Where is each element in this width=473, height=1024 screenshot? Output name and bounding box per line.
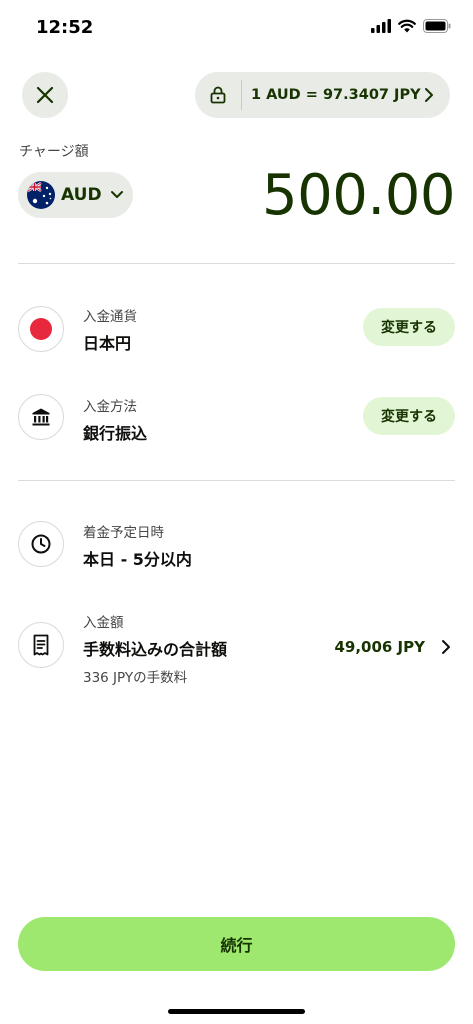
japan-flag-icon (18, 306, 64, 352)
arrival-time-value: 本日 - 5分以内 (83, 550, 192, 569)
exchange-rate-text: 1 AUD = 97.3407 JPY (251, 87, 421, 103)
divider (18, 480, 455, 481)
deposit-method-label: 入金方法 (83, 399, 137, 415)
exchange-rate-button[interactable]: 1 AUD = 97.3407 JPY (195, 72, 450, 118)
change-currency-button[interactable]: 変更する (363, 308, 455, 346)
deposit-method-value: 銀行振込 (83, 424, 148, 443)
receipt-icon (18, 622, 64, 668)
lock-icon (210, 86, 226, 104)
clock-icon (18, 521, 64, 567)
total-amount-label: 入金額 (83, 615, 124, 631)
close-button[interactable] (22, 72, 68, 118)
deposit-currency-label: 入金通貨 (83, 309, 137, 325)
charge-amount-label: チャージ額 (19, 144, 89, 160)
fee-text: 336 JPYの手数料 (83, 670, 188, 686)
deposit-currency-value: 日本円 (83, 334, 132, 353)
close-icon (36, 86, 54, 104)
total-amount: 49,006 JPY (334, 638, 425, 656)
status-time: 12:52 (36, 17, 94, 38)
chevron-right-icon (425, 88, 433, 102)
currency-code: AUD (61, 185, 102, 205)
total-amount-value: 手数料込みの合計額 (83, 640, 228, 659)
change-method-button[interactable]: 変更する (363, 397, 455, 435)
deposit-method-row: 入金方法 銀行振込 変更する (18, 394, 455, 444)
chevron-right-icon (442, 640, 450, 654)
amount-input[interactable]: 500.00 (262, 163, 455, 228)
chevron-down-icon (110, 191, 123, 198)
battery-icon (423, 19, 451, 33)
total-amount-row[interactable]: 入金額 手数料込みの合計額 336 JPYの手数料 49,006 JPY (18, 610, 455, 686)
currency-selector[interactable]: AUD (18, 172, 133, 218)
rate-divider (241, 80, 242, 110)
deposit-currency-row: 入金通貨 日本円 変更する (18, 304, 455, 354)
cellular-signal-icon (371, 19, 391, 33)
continue-button[interactable]: 続行 (18, 917, 455, 971)
home-indicator[interactable] (168, 1009, 305, 1014)
divider (18, 263, 455, 264)
status-bar: 12:52 (0, 0, 473, 56)
arrival-time-label: 着金予定日時 (83, 525, 164, 541)
rate-lock (195, 72, 241, 118)
arrival-time-row: 着金予定日時 本日 - 5分以内 (18, 520, 455, 570)
status-icons (371, 19, 451, 33)
wifi-icon (398, 19, 416, 33)
australia-flag-icon (27, 181, 55, 209)
bank-icon (18, 394, 64, 440)
